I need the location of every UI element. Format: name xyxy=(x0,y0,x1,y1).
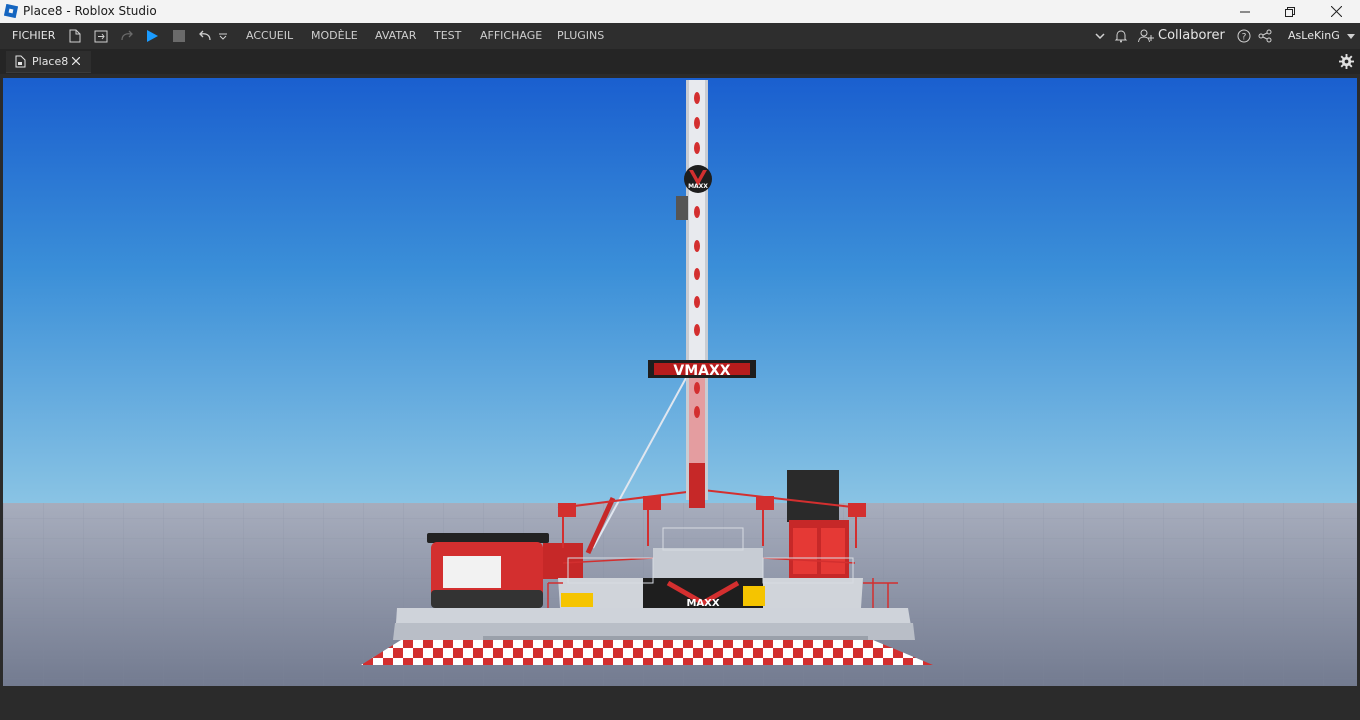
roblox-studio-logo-icon xyxy=(4,4,18,18)
play-button[interactable] xyxy=(143,27,161,45)
bottom-panel-area xyxy=(0,686,1360,720)
gondola-sign: VMAXX xyxy=(648,360,756,379)
tab-test[interactable]: TEST xyxy=(434,23,461,49)
ribbon-bar: FICHIER ACCUEIL MODÈLE AVATAR TEST AFFIC… xyxy=(0,23,1360,49)
place-file-icon xyxy=(15,55,26,68)
restore-button[interactable] xyxy=(1267,0,1313,23)
share-button[interactable] xyxy=(1256,27,1274,45)
ride-platform xyxy=(361,608,933,665)
title-bar: Place8 - Roblox Studio xyxy=(0,0,1360,23)
minimize-button[interactable] xyxy=(1222,0,1268,23)
redo-icon xyxy=(121,30,133,41)
user-menu-dropdown[interactable] xyxy=(1345,27,1357,45)
play-icon xyxy=(147,30,158,42)
tab-accueil[interactable]: ACCUEIL xyxy=(246,23,293,49)
tower-logo: MAXX xyxy=(684,165,712,193)
restore-icon xyxy=(1285,6,1295,17)
viewport-scene: MAXX VMAXX MAXX xyxy=(3,78,1357,686)
publish-icon xyxy=(94,30,108,42)
close-tab-icon[interactable] xyxy=(72,57,80,65)
undo-icon xyxy=(199,30,211,41)
base-sign-text: MAXX xyxy=(686,598,719,609)
tab-affichage[interactable]: AFFICHAGE xyxy=(480,23,542,49)
publish-button[interactable] xyxy=(92,27,110,45)
chevron-down-icon xyxy=(1095,33,1105,39)
document-tab-place8[interactable]: Place8 xyxy=(6,51,91,73)
settings-gear-icon[interactable] xyxy=(1339,54,1354,69)
gondola-sign-text: VMAXX xyxy=(673,363,730,379)
redo-button[interactable] xyxy=(118,27,136,45)
new-file-button[interactable] xyxy=(66,27,84,45)
checkered-floor xyxy=(361,640,933,665)
tab-plugins[interactable]: PLUGINS xyxy=(557,23,604,49)
close-icon xyxy=(1330,6,1342,17)
stop-button[interactable] xyxy=(170,27,188,45)
tab-modele[interactable]: MODÈLE xyxy=(311,23,358,49)
close-button[interactable] xyxy=(1313,0,1359,23)
viewport-3d[interactable]: MAXX VMAXX MAXX xyxy=(3,78,1357,686)
svg-text:?: ? xyxy=(1242,33,1247,43)
share-icon xyxy=(1258,29,1272,43)
add-user-icon xyxy=(1138,29,1154,43)
minimize-icon xyxy=(1240,11,1250,12)
collaborate-icon-wrap[interactable] xyxy=(1137,27,1155,45)
help-button[interactable]: ? xyxy=(1235,27,1253,45)
user-account-menu[interactable]: AsLeKinG xyxy=(1288,23,1340,49)
expand-ribbon-button[interactable] xyxy=(1091,27,1109,45)
bell-icon xyxy=(1114,30,1128,43)
document-tab-label: Place8 xyxy=(32,55,69,68)
document-tab-bar: Place8 xyxy=(0,49,1360,74)
undo-button[interactable] xyxy=(196,27,214,45)
notifications-button[interactable] xyxy=(1112,27,1130,45)
tower-logo-text: MAXX xyxy=(688,183,708,190)
help-icon: ? xyxy=(1237,29,1251,43)
collaborate-button[interactable]: Collaborer xyxy=(1158,23,1225,49)
sky xyxy=(3,78,1357,505)
window-title: Place8 - Roblox Studio xyxy=(23,4,157,18)
stop-icon xyxy=(173,30,185,42)
new-file-icon xyxy=(69,29,81,43)
dropdown-arrow-icon xyxy=(219,33,227,40)
caret-down-icon xyxy=(1347,33,1355,39)
quick-access-dropdown[interactable] xyxy=(217,27,229,45)
tab-avatar[interactable]: AVATAR xyxy=(375,23,416,49)
file-menu[interactable]: FICHIER xyxy=(12,23,55,49)
